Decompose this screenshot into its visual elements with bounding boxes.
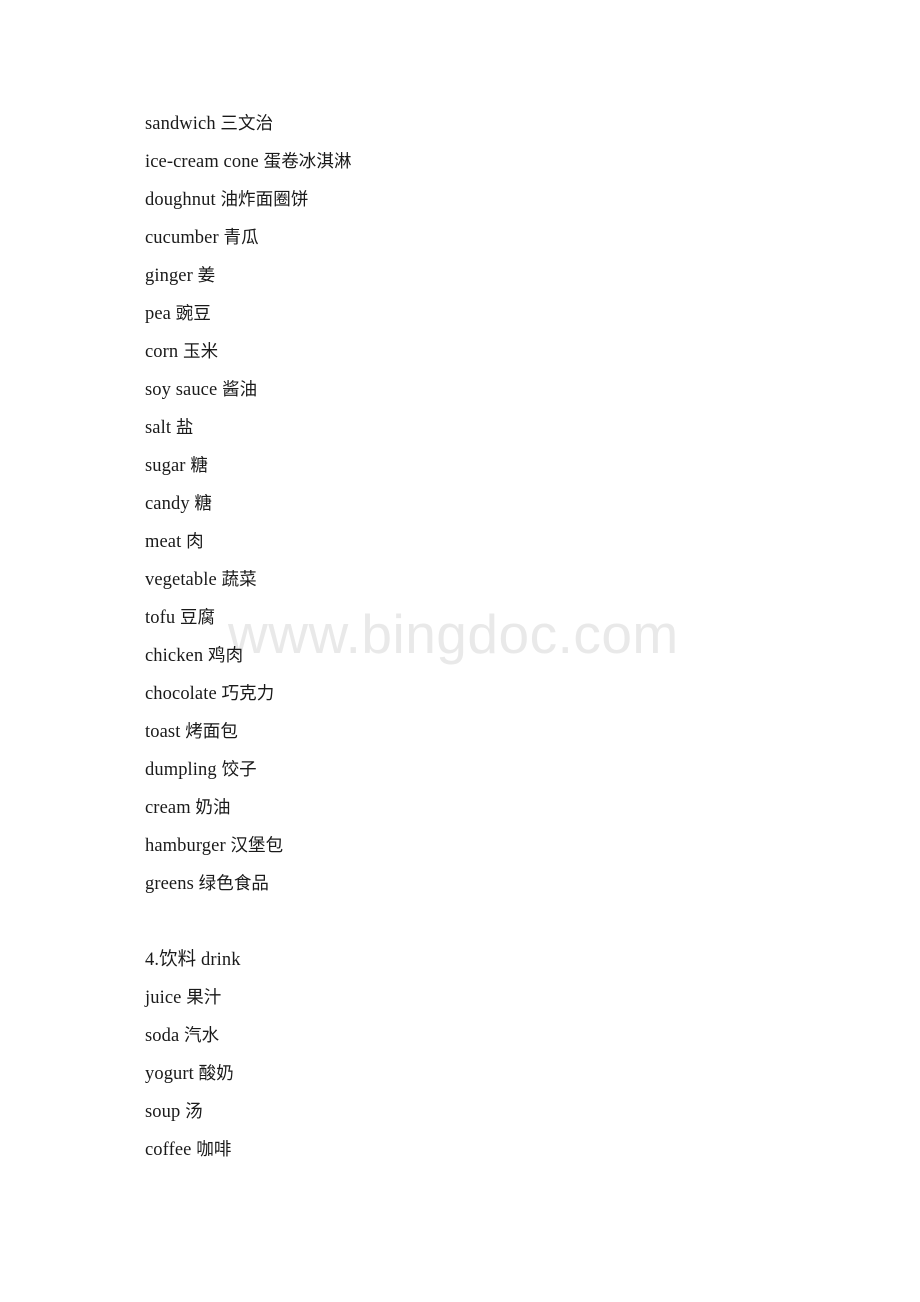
vocab-term: meat: [145, 532, 182, 552]
vocab-term: yogurt: [145, 1064, 194, 1084]
vocab-term: corn: [145, 342, 179, 362]
document-body: sandwich 三文治 ice-cream cone 蛋卷冰淇淋 doughnut…: [145, 105, 845, 1169]
vocab-line-drink: soup 汤: [145, 1093, 845, 1131]
vocab-gloss: 姜: [197, 266, 216, 286]
vocab-gloss: 酱油: [222, 380, 258, 400]
vocab-gloss: 果汁: [186, 988, 222, 1008]
vocab-gloss: 汽水: [184, 1026, 220, 1046]
vocab-gloss: 青瓜: [223, 228, 259, 248]
vocab-gloss: 汉堡包: [230, 836, 284, 856]
vocab-gloss: 奶油: [195, 798, 231, 818]
vocab-line: candy 糖: [145, 485, 845, 523]
vocab-term: soda: [145, 1026, 180, 1046]
vocab-gloss: 汤: [185, 1102, 203, 1122]
vocab-term: toast: [145, 722, 181, 742]
vocab-gloss: 烤面包: [185, 722, 238, 742]
vocab-line: sugar 糖: [145, 447, 845, 485]
vocab-line: dumpling 饺子: [145, 751, 845, 789]
vocab-gloss: 糖: [194, 494, 213, 514]
vocab-term: juice: [145, 988, 182, 1008]
vocab-gloss: 豌豆: [175, 304, 211, 324]
vocab-term: soy sauce: [145, 380, 218, 400]
vocab-gloss: 蔬菜: [221, 570, 257, 590]
vocab-term: ice-cream cone: [145, 152, 259, 172]
vocab-term: cucumber: [145, 228, 219, 248]
vocab-line-drink: juice 果汁: [145, 979, 845, 1017]
vocab-line: doughnut 油炸面圈饼: [145, 181, 845, 219]
vocab-line: ginger 姜: [145, 257, 845, 295]
vocab-term: salt: [145, 418, 172, 438]
vocab-term: soup: [145, 1102, 181, 1122]
vocab-line: tofu 豆腐: [145, 599, 845, 637]
vocab-line: hamburger 汉堡包: [145, 827, 845, 865]
vocab-line: vegetable 蔬菜: [145, 561, 845, 599]
vocab-term: ginger: [145, 266, 193, 286]
vocab-term: candy: [145, 494, 190, 514]
vocab-term: chocolate: [145, 684, 217, 704]
vocab-term: vegetable: [145, 570, 217, 590]
vocab-gloss: 肉: [186, 532, 204, 552]
vocab-term: pea: [145, 304, 171, 324]
vocab-gloss: 糖: [190, 456, 208, 476]
vocab-line: ice-cream cone 蛋卷冰淇淋: [145, 143, 845, 181]
vocab-line: corn 玉米: [145, 333, 845, 371]
vocab-term: hamburger: [145, 836, 226, 856]
vocab-term: greens: [145, 874, 194, 894]
vocab-term: sandwich: [145, 114, 216, 134]
vocab-gloss: 玉米: [183, 342, 219, 362]
vocab-term: tofu: [145, 608, 176, 628]
vocab-gloss: 蛋卷冰淇淋: [263, 152, 352, 172]
vocab-term: doughnut: [145, 190, 216, 210]
document-page: www.bingdoc.com sandwich 三文治 ice-cream co…: [0, 0, 920, 1302]
vocab-gloss: 三文治: [220, 114, 274, 134]
vocab-term: dumpling: [145, 760, 217, 780]
vocab-term: sugar: [145, 456, 186, 476]
vocab-line: soy sauce 酱油: [145, 371, 845, 409]
vocab-gloss: 酸奶: [198, 1064, 234, 1084]
vocab-line: pea 豌豆: [145, 295, 845, 333]
vocab-gloss: 油炸面圈饼: [220, 190, 309, 210]
vocab-line: chicken 鸡肉: [145, 637, 845, 675]
vocab-line: toast 烤面包: [145, 713, 845, 751]
section-heading-drink: 4.饮料 drink: [145, 950, 241, 970]
vocab-line-drink: coffee 咖啡: [145, 1131, 845, 1169]
vocab-gloss: 巧克力: [221, 684, 275, 704]
vocab-term: chicken: [145, 646, 204, 666]
vocab-line: cucumber 青瓜: [145, 219, 845, 257]
vocab-line: meat 肉: [145, 523, 845, 561]
vocab-line-drink: yogurt 酸奶: [145, 1055, 845, 1093]
vocab-gloss: 饺子: [221, 760, 257, 780]
vocab-line-drink: soda 汽水: [145, 1017, 845, 1055]
vocab-term: coffee: [145, 1140, 192, 1160]
vocab-gloss: 鸡肉: [207, 646, 244, 666]
vocab-term: cream: [145, 798, 191, 818]
vocab-gloss: 盐: [175, 418, 194, 438]
vocab-line: cream 奶油: [145, 789, 845, 827]
vocab-line: chocolate 巧克力: [145, 675, 845, 713]
vocab-line: salt 盐: [145, 409, 845, 447]
vocab-gloss: 咖啡: [196, 1140, 232, 1160]
vocab-line: sandwich 三文治: [145, 105, 845, 143]
vocab-line: greens 绿色食品: [145, 865, 845, 903]
vocab-gloss: 绿色食品: [198, 874, 270, 894]
vocab-gloss: 豆腐: [179, 608, 216, 628]
